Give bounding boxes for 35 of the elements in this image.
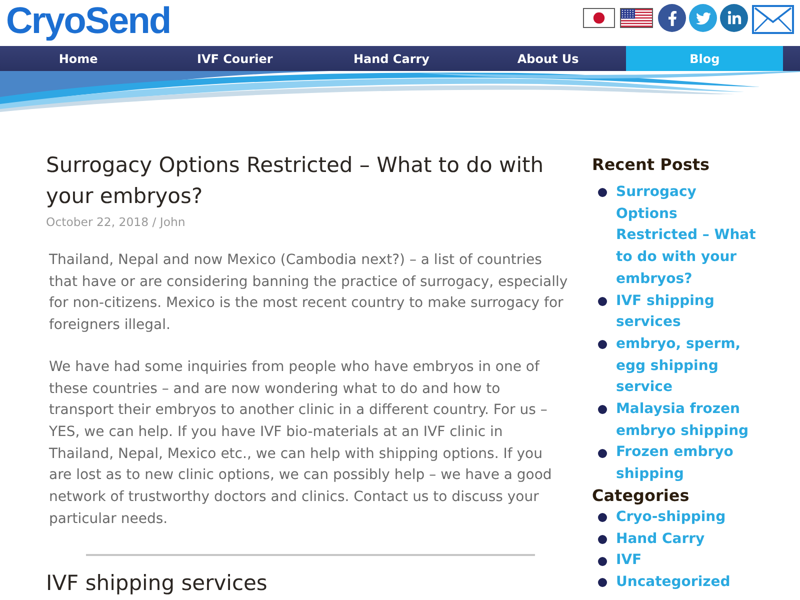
nav-tab[interactable]: About Us bbox=[470, 46, 626, 71]
sidebar-link[interactable]: Malaysia frozen embryo shipping bbox=[616, 399, 758, 442]
bullet-icon bbox=[598, 448, 607, 458]
nav-tab[interactable]: Hand Carry bbox=[313, 46, 470, 71]
sidebar-link[interactable]: Surrogacy Options Restricted – What to do with your embryos? bbox=[616, 182, 758, 291]
bullet-icon bbox=[598, 534, 607, 544]
facebook-icon[interactable] bbox=[658, 4, 686, 32]
bullet-icon bbox=[598, 513, 607, 522]
post-paragraph: Thailand, Nepal and now Mexico (Cambodia next?) – a list of countries that have or are considering banning the practice of surrogacy, especially for non-citizens. Mexico is the most recent country to make surrogacy for foreigners illegal. bbox=[49, 251, 569, 336]
nav-tab[interactable]: Blog bbox=[626, 46, 783, 71]
post-title: Surrogacy Options Restricted – What to do with your embryos? bbox=[46, 152, 545, 210]
widget-heading: Categories bbox=[592, 486, 690, 506]
bullet-icon bbox=[598, 556, 607, 566]
widget-heading: Recent Posts bbox=[592, 154, 711, 176]
envelope-icon[interactable] bbox=[752, 5, 794, 34]
bullet-icon bbox=[598, 405, 607, 414]
bullet-icon bbox=[598, 188, 607, 198]
us-flag-icon[interactable] bbox=[620, 8, 653, 28]
post-meta: October 22, 2018 / John bbox=[46, 214, 186, 230]
sidebar-link[interactable]: Frozen embryo shipping bbox=[616, 442, 758, 486]
sidebar-link[interactable]: Hand Carry bbox=[616, 528, 758, 550]
japan-flag-icon[interactable] bbox=[583, 8, 615, 28]
bullet-icon bbox=[598, 340, 607, 350]
sidebar-link[interactable]: Cryo-shipping bbox=[616, 506, 758, 529]
nav-tab[interactable]: Home bbox=[0, 46, 157, 71]
nav-tab[interactable]: IVF Courier bbox=[156, 46, 314, 71]
post-paragraph: We have had some inquiries from people who have embryos in one of these countries – and are now wondering what to do and how to transport their embryos to another clinic in a different country. For us – YES, we can help. If you have IVF bio-materials at an IVF clinic in Thailand, Nepal, Mexico etc., we can help with shipping options. If you are lost as to new clinic options, we can possibly help – we have a good network of trustworthy doctors and clinics. Contact us to discuss your particular needs. bbox=[49, 358, 553, 529]
logo-text[interactable]: CryoSend bbox=[6, 0, 170, 43]
bullet-icon bbox=[598, 578, 607, 588]
sidebar-link[interactable]: embryo, sperm, egg shipping service bbox=[616, 334, 758, 400]
sidebar-link[interactable]: IVF bbox=[616, 550, 758, 572]
sidebar-link[interactable]: Uncategorized bbox=[616, 572, 758, 594]
post-title: IVF shipping services bbox=[46, 571, 268, 596]
bullet-icon bbox=[598, 296, 607, 306]
linkedin-icon[interactable] bbox=[720, 4, 748, 32]
